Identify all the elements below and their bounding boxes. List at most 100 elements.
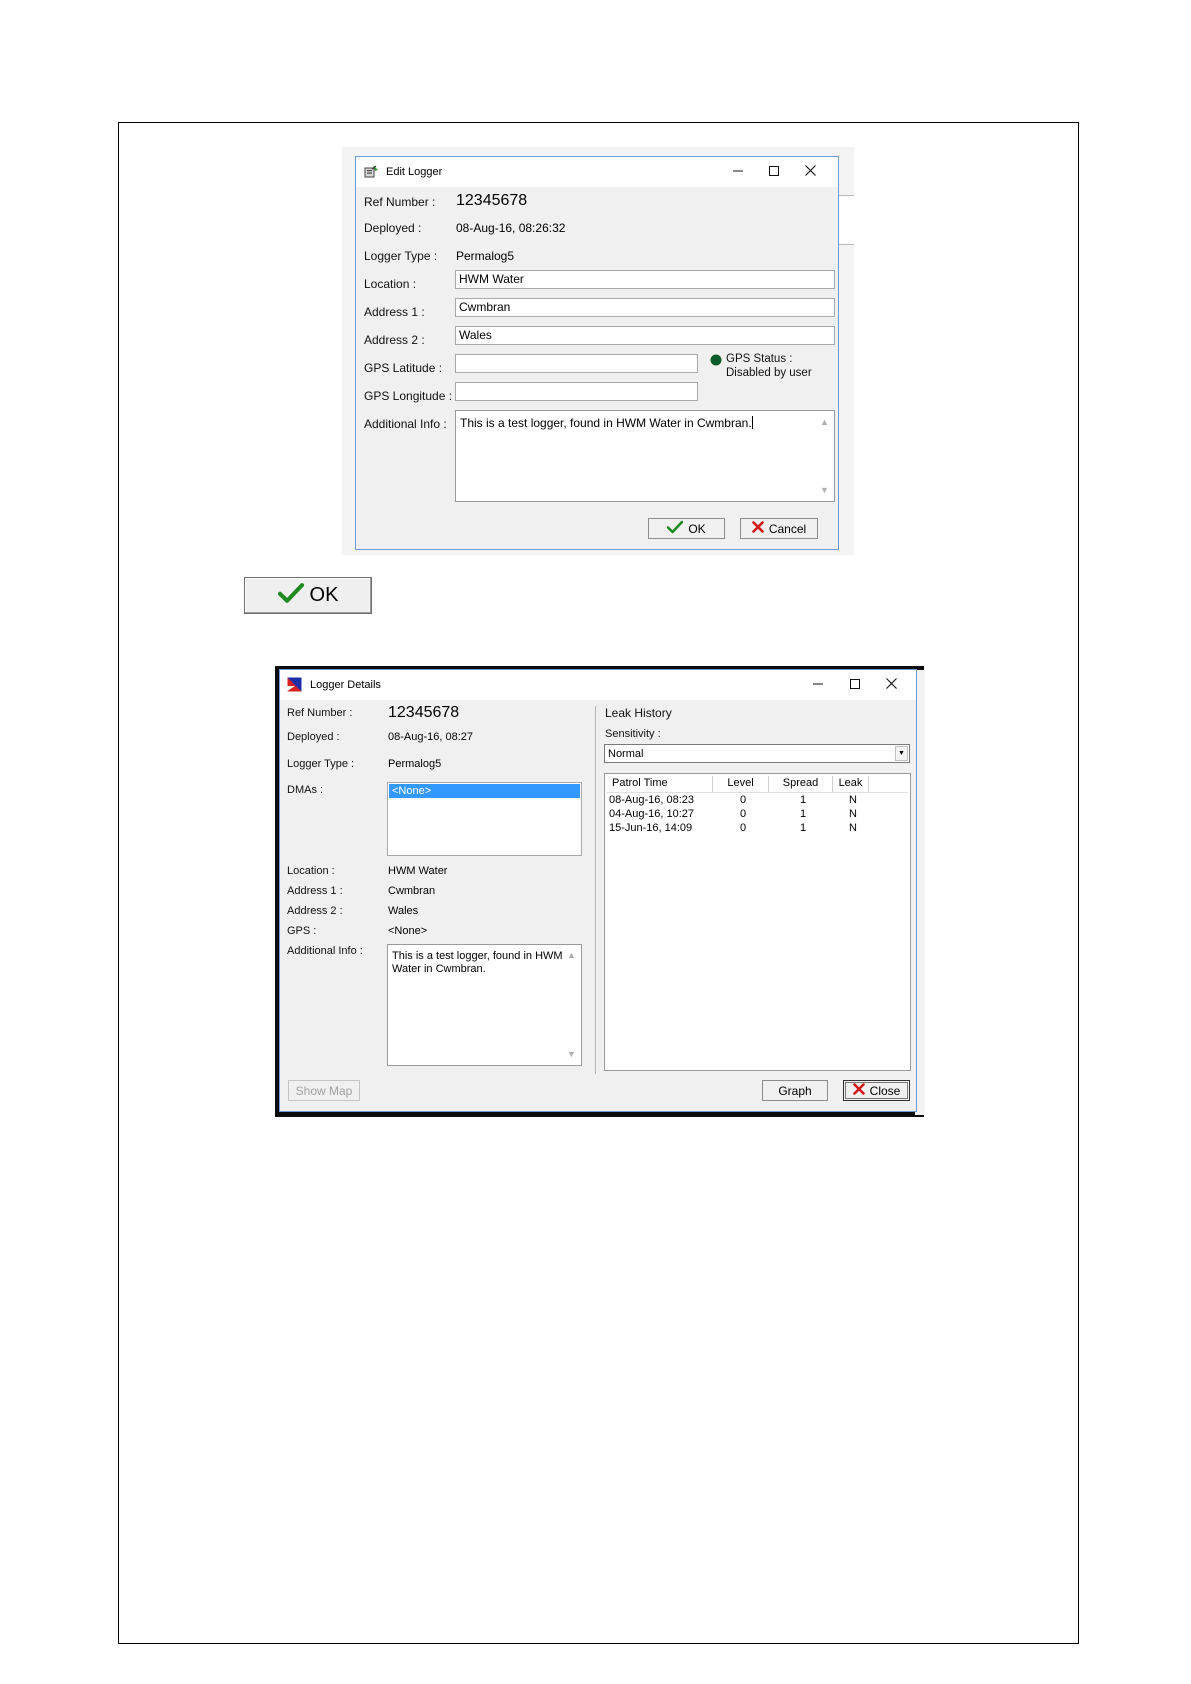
- table-header: Patrol Time Level Spread Leak: [607, 776, 908, 793]
- edit-logger-window: Edit Logger Ref Number : 12345678 Deploy…: [355, 156, 839, 550]
- ok-button[interactable]: OK: [648, 518, 725, 539]
- additional-info-text: This is a test logger, found in HWM Wate…: [392, 950, 563, 975]
- address1-label: Address 1 :: [364, 305, 425, 319]
- close-button-label: Close: [869, 1083, 901, 1098]
- maximize-icon: [850, 678, 860, 692]
- location-label: Location :: [364, 277, 417, 291]
- dmas-listbox[interactable]: <None>: [387, 782, 582, 856]
- address1-value: Cwmbran: [388, 885, 436, 897]
- logger-details-app-icon: [287, 677, 302, 695]
- edit-logger-app-icon: [364, 164, 379, 182]
- logger-type-label: Logger Type :: [287, 758, 355, 770]
- additional-info-scrollbar[interactable]: ▲ ▼: [817, 412, 833, 500]
- maximize-button[interactable]: [756, 160, 792, 184]
- location-label: Location :: [287, 865, 335, 877]
- column-header-leak[interactable]: Leak: [833, 776, 869, 792]
- table-row[interactable]: 08-Aug-16, 08:23 0 1 N: [609, 794, 906, 808]
- cancel-button[interactable]: Cancel: [740, 518, 818, 539]
- cell-leak: N: [849, 794, 857, 806]
- dmas-label: DMAs :: [287, 784, 324, 796]
- ok-button-enlarged[interactable]: OK: [244, 577, 372, 614]
- cell-spread: 1: [799, 794, 807, 806]
- minimize-icon: [813, 678, 823, 692]
- ref-number-label: Ref Number :: [287, 707, 353, 719]
- additional-info-textbox[interactable]: This is a test logger, found in HWM Wate…: [387, 944, 582, 1066]
- panel-divider: [595, 706, 596, 1074]
- maximize-icon: [769, 165, 779, 179]
- background-app-edge: [838, 195, 854, 245]
- graph-button-label: Graph: [778, 1083, 812, 1098]
- address2-value: Wales: [388, 905, 419, 917]
- deployed-label: Deployed :: [287, 731, 340, 743]
- minimize-button[interactable]: [720, 160, 756, 184]
- location-value: HWM Water: [388, 865, 448, 877]
- close-button[interactable]: Close: [843, 1080, 910, 1101]
- gps-longitude-label: GPS Longitude :: [364, 389, 453, 403]
- cancel-button-label: Cancel: [768, 521, 807, 536]
- gps-status-label: GPS Status :: [726, 353, 793, 365]
- gps-value: <None>: [388, 925, 428, 937]
- graph-button[interactable]: Graph: [762, 1080, 828, 1101]
- gps-status-value: Disabled by user: [726, 367, 812, 379]
- gps-latitude-label: GPS Latitude :: [364, 361, 443, 375]
- column-header-level[interactable]: Level: [713, 776, 769, 792]
- address2-input[interactable]: Wales: [455, 326, 835, 345]
- close-window-button[interactable]: [873, 673, 909, 697]
- cell-spread: 1: [799, 822, 807, 834]
- deployed-value: 08-Aug-16, 08:27: [388, 731, 474, 743]
- show-map-button[interactable]: Show Map: [288, 1080, 360, 1101]
- dmas-list-item[interactable]: <None>: [389, 784, 580, 798]
- edit-logger-titlebar: Edit Logger: [356, 157, 838, 187]
- cell-leak: N: [849, 808, 857, 820]
- logger-type-label: Logger Type :: [364, 249, 438, 263]
- logger-type-value: Permalog5: [388, 758, 442, 770]
- checkmark-icon: [667, 520, 684, 537]
- close-icon: [804, 165, 816, 179]
- checkmark-icon: [277, 582, 304, 610]
- close-x-icon: [852, 1083, 865, 1098]
- cancel-x-icon: [752, 521, 764, 536]
- column-header-patrol-time[interactable]: Patrol Time: [607, 776, 713, 792]
- leak-history-table: Patrol Time Level Spread Leak 08-Aug-16,…: [604, 773, 911, 1071]
- column-header-spread[interactable]: Spread: [769, 776, 833, 792]
- additional-info-label: Additional Info :: [287, 945, 363, 957]
- logger-details-titlebar: Logger Details: [280, 670, 916, 700]
- additional-info-textarea[interactable]: This is a test logger, found in HWM Wate…: [455, 410, 835, 502]
- additional-info-label: Additional Info :: [364, 417, 447, 431]
- address1-label: Address 1 :: [287, 885, 343, 897]
- gps-label: GPS :: [287, 925, 317, 937]
- sensitivity-dropdown[interactable]: Normal ▼: [604, 744, 910, 763]
- leak-history-title: Leak History: [605, 706, 672, 720]
- cell-level: 0: [739, 794, 747, 806]
- minimize-icon: [733, 165, 743, 179]
- ref-number-value: 12345678: [456, 192, 528, 209]
- maximize-button[interactable]: [837, 673, 873, 697]
- chevron-down-icon: ▼: [895, 746, 908, 761]
- edit-logger-title: Edit Logger: [386, 166, 443, 178]
- cell-patrol-time: 08-Aug-16, 08:23: [609, 794, 695, 806]
- cell-leak: N: [849, 822, 857, 834]
- close-window-button[interactable]: [792, 160, 828, 184]
- close-icon: [885, 678, 897, 692]
- table-row[interactable]: 04-Aug-16, 10:27 0 1 N: [609, 808, 906, 822]
- sensitivity-label: Sensitivity :: [605, 728, 661, 740]
- scroll-down-icon: ▼: [567, 1049, 576, 1059]
- cell-level: 0: [739, 808, 747, 820]
- cell-patrol-time: 15-Jun-16, 14:09: [609, 822, 693, 834]
- gps-longitude-input[interactable]: [455, 382, 698, 401]
- minimize-button[interactable]: [800, 673, 836, 697]
- cell-level: 0: [739, 822, 747, 834]
- table-row[interactable]: 15-Jun-16, 14:09 0 1 N: [609, 822, 906, 836]
- location-input[interactable]: HWM Water: [455, 270, 835, 289]
- scroll-up-icon: ▲: [820, 417, 829, 427]
- address2-label: Address 2 :: [287, 905, 343, 917]
- gps-latitude-input[interactable]: [455, 354, 698, 373]
- additional-info-scrollbar[interactable]: ▲ ▼: [564, 946, 580, 1064]
- ok-button-label: OK: [688, 521, 706, 536]
- address1-input[interactable]: Cwmbran: [455, 298, 835, 317]
- cell-patrol-time: 04-Aug-16, 10:27: [609, 808, 695, 820]
- ok-button-enlarged-label: OK: [309, 584, 339, 606]
- scroll-down-icon: ▼: [820, 485, 829, 495]
- text-caret: [751, 416, 753, 429]
- sensitivity-selected: Normal: [608, 748, 644, 760]
